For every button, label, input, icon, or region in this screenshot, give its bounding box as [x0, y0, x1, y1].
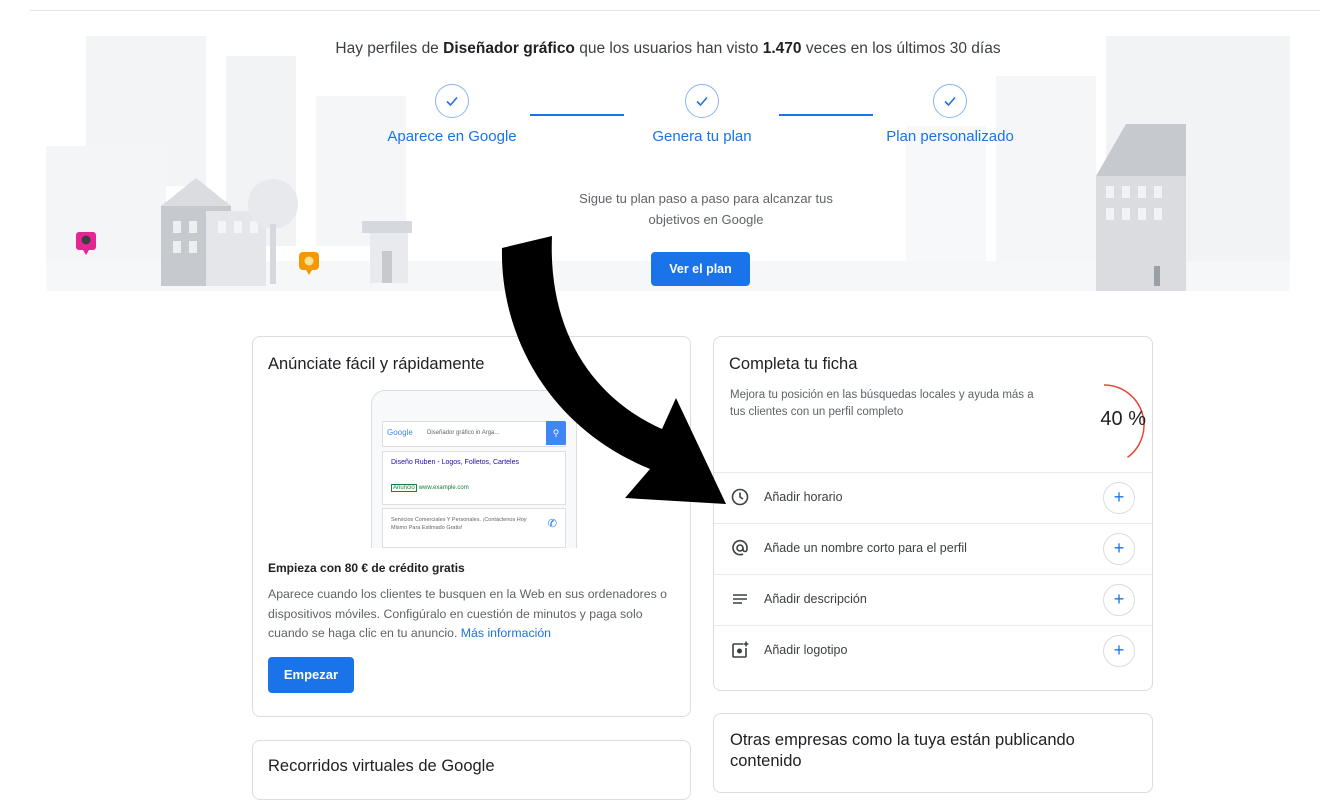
- ads-card-title: Anúnciate fácil y rápidamente: [268, 355, 485, 373]
- add-logo-button[interactable]: +: [1103, 635, 1135, 667]
- text-lines-icon: [733, 594, 747, 604]
- task-add-short-name[interactable]: Añade un nombre corto para el perfil +: [714, 523, 1152, 575]
- virtual-tours-card: Recorridos virtuales de Google: [252, 740, 691, 800]
- profile-card-subtitle: Mejora tu posición en las búsquedas loca…: [730, 389, 1034, 418]
- other-businesses-card: Otras empresas como la tuya están public…: [713, 713, 1153, 793]
- hero-subtitle: Sigue tu plan paso a paso para alcanzar …: [579, 191, 833, 227]
- step-appear-in-google: Aparece en Google: [352, 84, 552, 145]
- add-description-button[interactable]: +: [1103, 584, 1135, 616]
- profile-completion-card: Completa tu ficha Mejora tu posición en …: [713, 336, 1153, 691]
- more-info-link[interactable]: Más información: [461, 626, 551, 640]
- preview-query: Diseñador gráfico in Arga...: [427, 430, 500, 436]
- task-add-logo[interactable]: Añadir logotipo +: [714, 625, 1152, 677]
- google-logo: Google: [387, 428, 413, 437]
- step-generate-plan: Genera tu plan: [602, 84, 802, 145]
- start-button[interactable]: Empezar: [268, 657, 354, 693]
- ads-description: Aparece cuando los clientes te busquen e…: [268, 587, 668, 640]
- add-hours-button[interactable]: +: [1103, 482, 1135, 514]
- at-sign-icon: [732, 539, 748, 556]
- top-divider: [30, 10, 1320, 11]
- add-photo-icon: [732, 641, 749, 658]
- check-circle-icon: [933, 84, 967, 118]
- check-circle-icon: [435, 84, 469, 118]
- ad-badge: Anuncio: [391, 484, 417, 492]
- promo-title: Empieza con 80 € de crédito gratis: [268, 561, 465, 575]
- other-businesses-title: Otras empresas como la tuya están public…: [730, 731, 1075, 770]
- task-add-hours[interactable]: Añadir horario +: [714, 472, 1152, 524]
- virtual-tours-title: Recorridos virtuales de Google: [268, 757, 495, 775]
- progress-percent: 40 %: [1100, 408, 1146, 430]
- preview-ad-url: Anuncio www.example.com: [391, 484, 469, 492]
- task-add-description[interactable]: Añadir descripción +: [714, 574, 1152, 626]
- curved-arrow-overlay: [501, 236, 726, 504]
- add-short-name-button[interactable]: +: [1103, 533, 1135, 565]
- hero-headline: Hay perfiles de Diseñador gráfico que lo…: [335, 40, 1001, 57]
- step-personalized-plan: Plan personalizado: [850, 84, 1050, 145]
- check-circle-icon: [685, 84, 719, 118]
